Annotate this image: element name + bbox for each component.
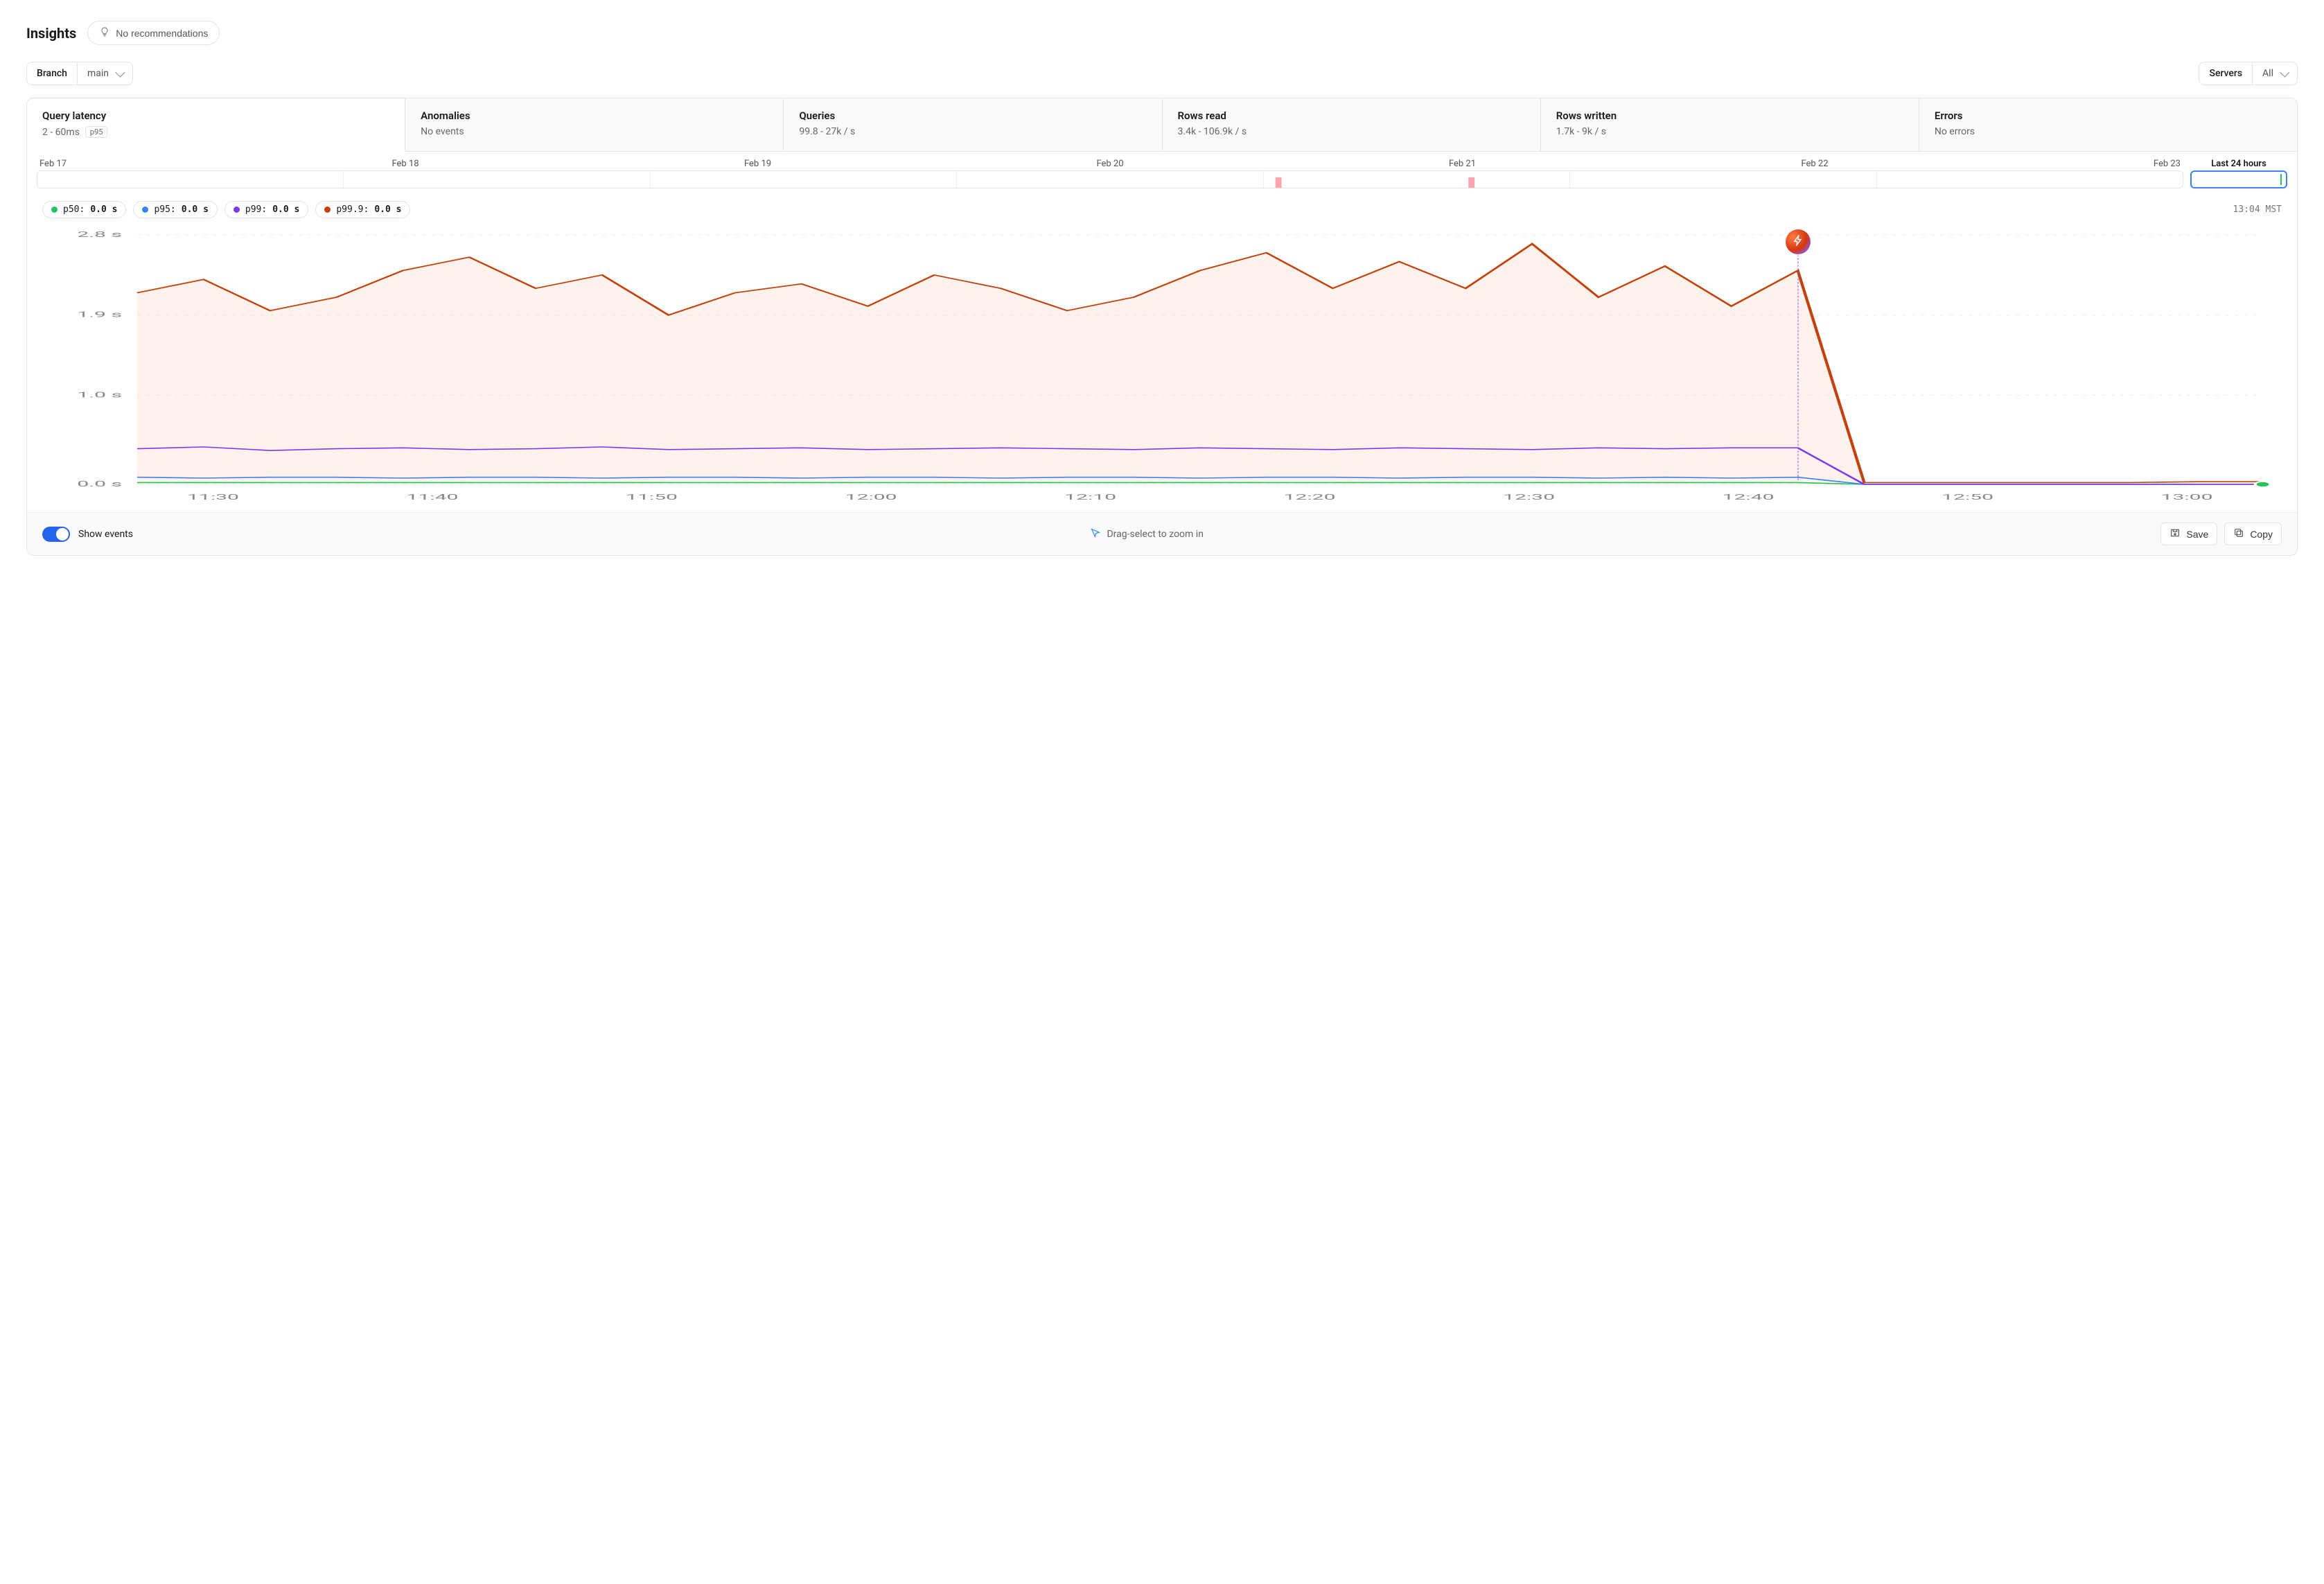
servers-dropdown[interactable]: All xyxy=(2253,62,2297,85)
svg-text:0.0 s: 0.0 s xyxy=(77,479,122,489)
svg-text:12:30: 12:30 xyxy=(1503,493,1555,502)
chevron-down-icon xyxy=(115,68,125,78)
svg-text:12:10: 12:10 xyxy=(1064,493,1116,502)
timeline-day-label: Feb 23 xyxy=(2154,159,2181,169)
timeline-day-label: Feb 21 xyxy=(1449,159,1476,169)
branch-selector[interactable]: Branch main xyxy=(26,62,133,85)
tab-query-latency[interactable]: Query latency 2 - 60msp95 xyxy=(27,98,405,152)
legend-item-p95[interactable]: p95: 0.0 s xyxy=(133,201,217,218)
zoom-hint: Drag-select to zoom in xyxy=(1090,527,1203,541)
copy-icon xyxy=(2233,527,2244,540)
event-indicator-line xyxy=(1797,254,1798,480)
tab-subtitle: 3.4k - 106.9k / s xyxy=(1178,126,1525,137)
tab-title: Rows read xyxy=(1178,109,1525,122)
cursor-icon xyxy=(1090,527,1101,541)
branch-value: main xyxy=(87,68,109,79)
percentile-badge: p95 xyxy=(85,126,108,138)
timeline-day-label: Feb 22 xyxy=(1801,159,1828,169)
tab-subtitle: 99.8 - 27k / s xyxy=(799,126,1146,137)
show-events-label: Show events xyxy=(78,529,133,540)
svg-text:1.0 s: 1.0 s xyxy=(77,390,122,399)
tab-title: Rows written xyxy=(1556,109,1903,122)
svg-text:11:30: 11:30 xyxy=(187,493,239,502)
lightning-icon xyxy=(1793,235,1804,249)
tab-title: Query latency xyxy=(42,109,389,122)
svg-text:12:40: 12:40 xyxy=(1723,493,1775,502)
chart-legend: p50: 0.0 s p95: 0.0 s p99: 0.0 s p99.9: 0.0… xyxy=(42,201,410,218)
svg-text:12:50: 12:50 xyxy=(1942,493,1993,502)
save-button[interactable]: Save xyxy=(2160,522,2217,545)
chevron-down-icon xyxy=(2280,68,2289,78)
branch-dropdown[interactable]: main xyxy=(78,62,132,85)
last24-label: Last 24 hours xyxy=(2190,159,2287,170)
lightbulb-icon xyxy=(99,26,110,39)
tab-errors[interactable]: Errors No errors xyxy=(1919,98,2297,151)
tab-subtitle: No events xyxy=(421,126,768,137)
tab-subtitle: 1.7k - 9k / s xyxy=(1556,126,1903,137)
legend-dot-icon xyxy=(324,206,331,213)
latency-chart[interactable]: 0.0 s 1.0 s 1.9 s 2.8 s 11:30 11:40 11:50 12:00… xyxy=(42,228,2282,505)
recommendations-button[interactable]: No recommendations xyxy=(87,21,220,45)
insights-panel: Query latency 2 - 60msp95 Anomalies No even… xyxy=(26,98,2298,556)
legend-dot-icon xyxy=(51,206,58,213)
tab-anomalies[interactable]: Anomalies No events xyxy=(405,98,784,151)
tab-title: Queries xyxy=(799,109,1146,122)
timeline: Feb 17 Feb 18 Feb 19 Feb 20 Feb 21 Feb 22 Feb … xyxy=(27,152,2297,188)
tab-title: Anomalies xyxy=(421,109,768,122)
servers-selector[interactable]: Servers All xyxy=(2199,62,2298,85)
servers-value: All xyxy=(2262,68,2273,79)
svg-text:12:20: 12:20 xyxy=(1284,493,1336,502)
timeline-day-label: Feb 18 xyxy=(391,159,419,169)
tab-subtitle: 2 - 60msp95 xyxy=(42,126,389,138)
timeline-day-label: Feb 19 xyxy=(744,159,771,169)
tab-queries[interactable]: Queries 99.8 - 27k / s xyxy=(784,98,1162,151)
current-time: 13:04 MST xyxy=(2233,204,2282,215)
recommendations-label: No recommendations xyxy=(116,28,208,39)
legend-item-p99[interactable]: p99: 0.0 s xyxy=(225,201,308,218)
timeline-day-label: Feb 17 xyxy=(39,159,67,169)
last24-selector[interactable] xyxy=(2190,170,2287,188)
legend-dot-icon xyxy=(234,206,240,213)
servers-label: Servers xyxy=(2199,62,2253,85)
svg-text:12:00: 12:00 xyxy=(845,493,897,502)
tab-rows-written[interactable]: Rows written 1.7k - 9k / s xyxy=(1541,98,1919,151)
save-icon xyxy=(2169,527,2181,540)
copy-button[interactable]: Copy xyxy=(2224,522,2282,545)
tab-rows-read[interactable]: Rows read 3.4k - 106.9k / s xyxy=(1163,98,1541,151)
svg-text:1.9 s: 1.9 s xyxy=(77,310,122,319)
tab-title: Errors xyxy=(1935,109,2282,122)
timeline-day-label: Feb 20 xyxy=(1096,159,1123,169)
timeline-spark[interactable] xyxy=(37,170,2183,188)
tab-subtitle: No errors xyxy=(1935,126,2282,137)
svg-text:11:40: 11:40 xyxy=(407,493,459,502)
event-marker[interactable] xyxy=(1786,229,1811,254)
svg-text:11:50: 11:50 xyxy=(626,493,678,502)
legend-item-p99-9[interactable]: p99.9: 0.0 s xyxy=(315,201,410,218)
svg-text:13:00: 13:00 xyxy=(2161,493,2213,502)
legend-dot-icon xyxy=(142,206,148,213)
metric-tabs: Query latency 2 - 60msp95 Anomalies No even… xyxy=(27,98,2297,152)
branch-label: Branch xyxy=(27,62,78,85)
show-events-toggle[interactable] xyxy=(42,527,70,542)
legend-item-p50[interactable]: p50: 0.0 s xyxy=(42,201,126,218)
svg-text:2.8 s: 2.8 s xyxy=(77,230,122,239)
page-title: Insights xyxy=(26,25,76,42)
